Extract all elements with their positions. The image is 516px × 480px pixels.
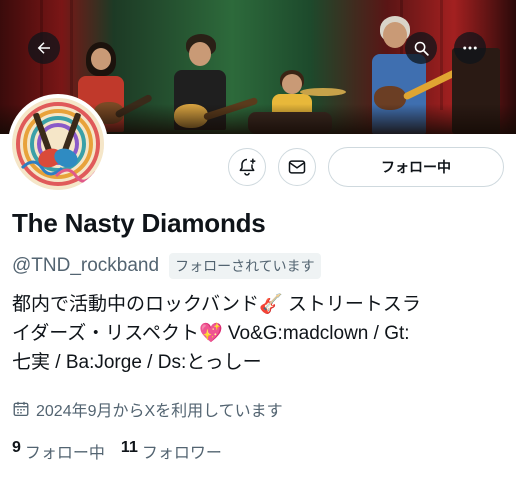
following-count: 9 (12, 439, 21, 456)
drum-cymbal (300, 88, 346, 96)
handle-row: @TND_rockband フォローされています (12, 253, 321, 279)
message-button[interactable] (278, 148, 316, 186)
username-handle: @TND_rockband (12, 255, 160, 276)
following-button-label: フォロー中 (381, 159, 451, 175)
bio-line: イダーズ・リスペクト💖 Vo&G:madclown / Gt: (12, 323, 410, 344)
avatar[interactable] (8, 94, 108, 194)
following-link[interactable]: 9 フォロー中 (12, 439, 105, 463)
back-button[interactable] (28, 32, 60, 64)
bio-line: 都内で活動中のロックバンド🎸 ストリートスラ (12, 294, 421, 315)
followers-link[interactable]: 11 フォロワー (121, 439, 222, 463)
display-name: The Nasty Diamonds (12, 208, 266, 238)
notifications-button[interactable] (228, 148, 266, 186)
search-icon (414, 41, 429, 56)
envelope-icon (288, 160, 306, 174)
follows-you-badge: フォローされています (169, 253, 321, 279)
band-logo-image (12, 98, 104, 190)
followers-count: 11 (120, 439, 138, 456)
followers-label: フォロワー (141, 445, 222, 462)
bio: 都内で活動中のロックバンド🎸 ストリートスラ イダーズ・リスペクト💖 Vo&G:… (12, 290, 508, 377)
more-vertical-icon (463, 46, 477, 50)
following-label: フォロー中 (24, 445, 105, 462)
join-date: 2024年9月からXを利用しています (12, 397, 283, 421)
arrow-left-icon (37, 42, 50, 54)
join-date-text: 2024年9月からXを利用しています (36, 403, 283, 420)
calendar-icon (13, 401, 29, 417)
following-button[interactable]: フォロー中 (328, 147, 504, 187)
bell-plus-icon (239, 158, 256, 176)
more-button[interactable] (454, 32, 486, 64)
follow-stats: 9 フォロー中 11 フォロワー (12, 439, 222, 463)
bio-line: 七実 / Ba:Jorge / Ds:とっしー (12, 352, 262, 373)
search-button[interactable] (405, 32, 437, 64)
